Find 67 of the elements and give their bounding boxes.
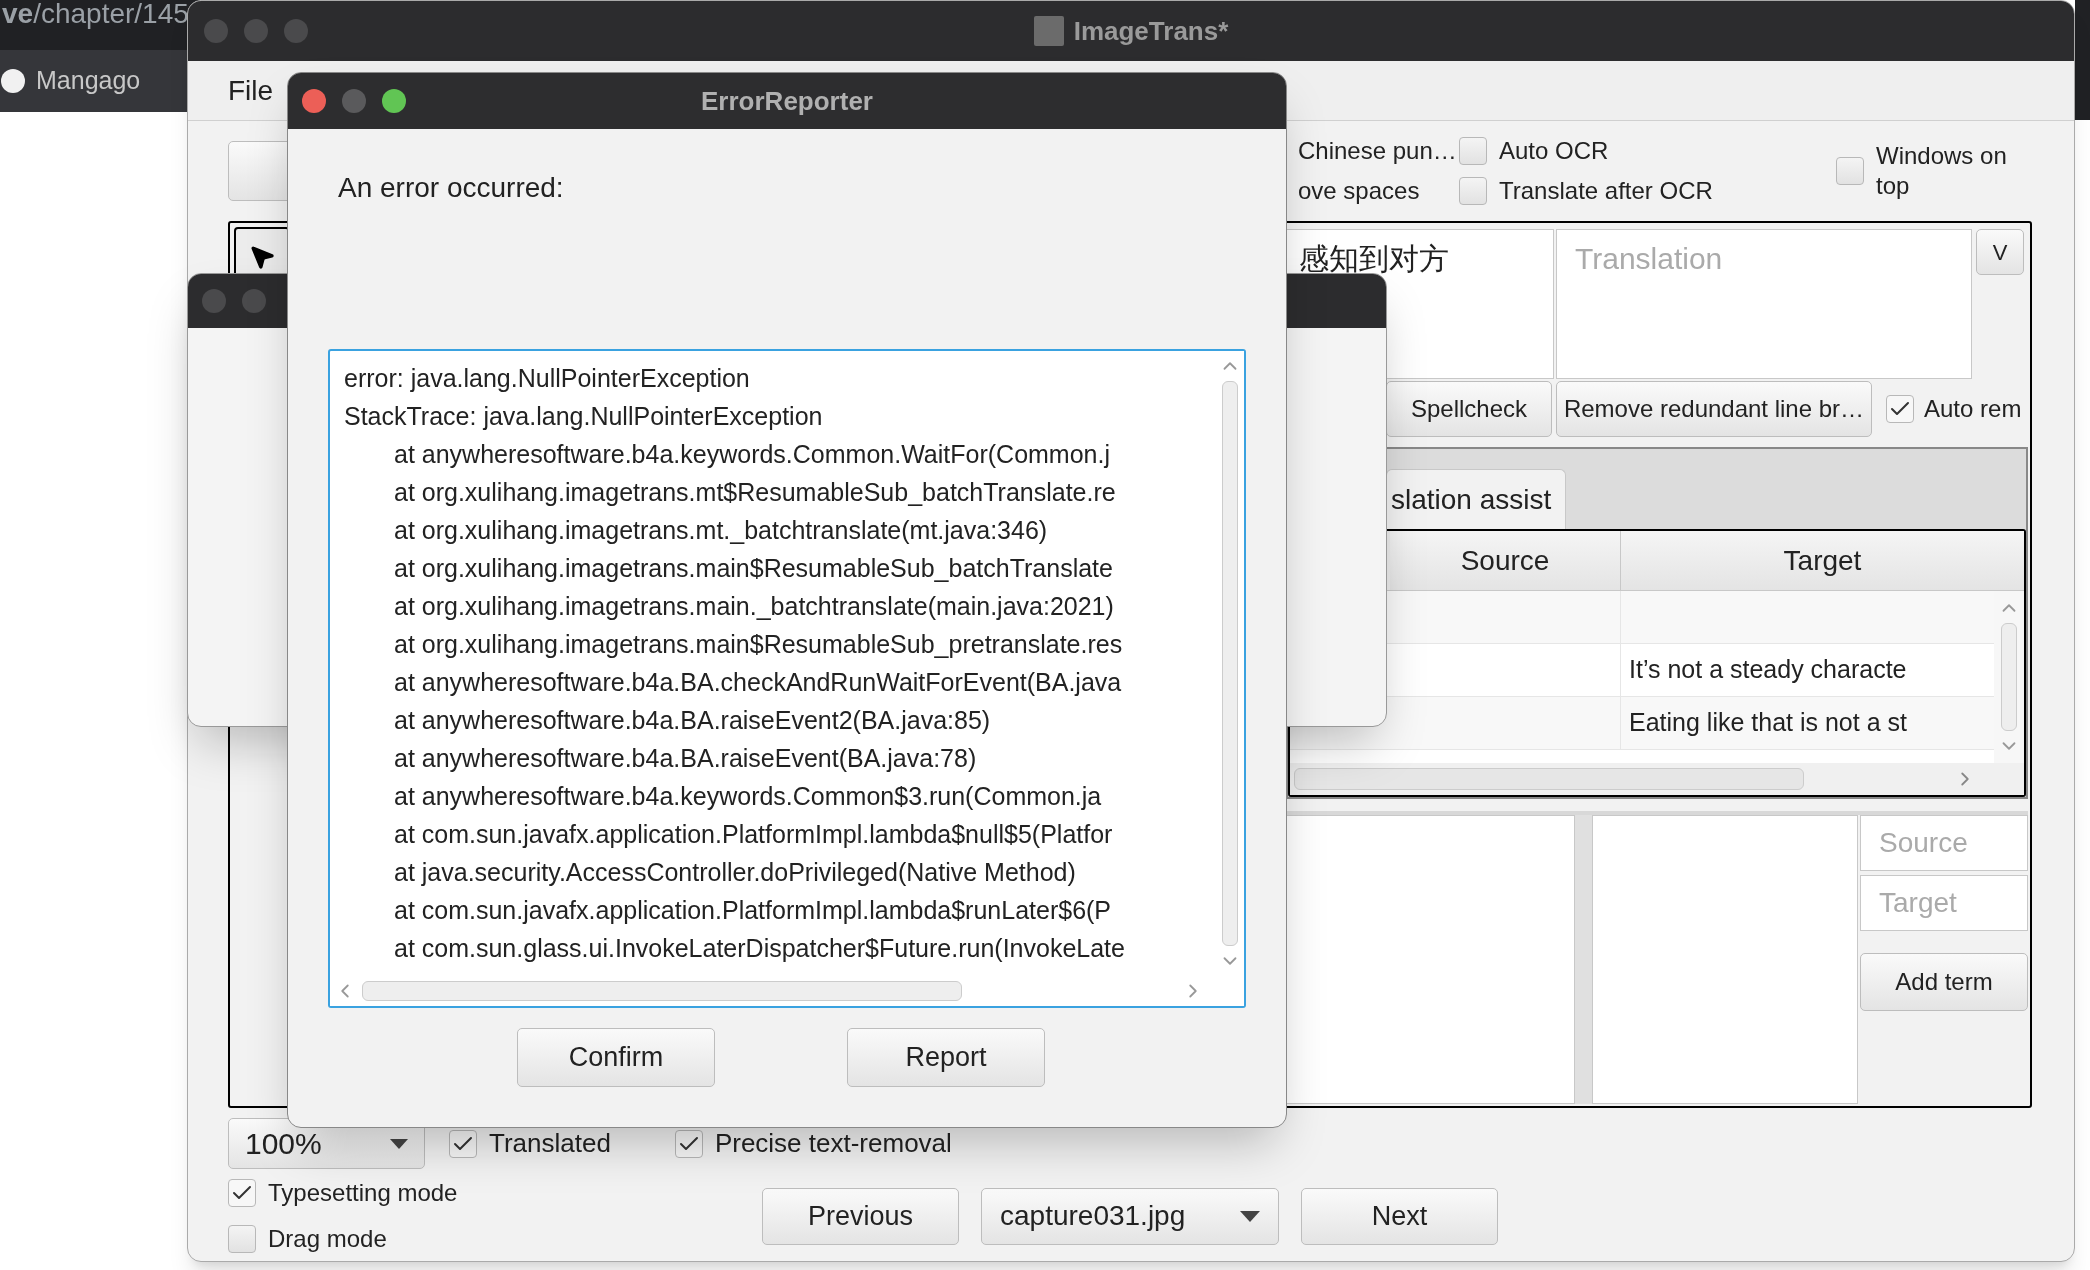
- trace-line: at anywheresoftware.b4a.BA.raiseEvent2(BA.java:85): [394, 705, 991, 736]
- trace-line: at anywheresoftware.b4a.keywords.Common.WaitFor(Common.j: [394, 439, 1110, 470]
- checkbox-label: Typesetting mode: [268, 1178, 458, 1208]
- trace-line: at com.sun.glass.ui.InvokeLaterDispatcher$Future.run(InvokeLate: [394, 933, 1125, 964]
- checkbox-label: Translated: [489, 1127, 611, 1160]
- add-term-button[interactable]: Add term: [1860, 953, 2028, 1011]
- checkbox-label: Auto OCR: [1499, 136, 1609, 166]
- table-cell-text: It’s not a steady characte: [1628, 654, 1908, 686]
- zoom-button[interactable]: [382, 89, 406, 113]
- trace-line: at org.xulihang.imagetrans.main$ResumableSub_pretranslate.res: [394, 629, 1123, 660]
- previous-button[interactable]: Previous: [762, 1187, 959, 1245]
- option-label: Chinese pun…: [1298, 136, 1458, 166]
- trace-line: at org.xulihang.imagetrans.mt$ResumableSub_batchTranslate.re: [394, 477, 1116, 508]
- checkbox[interactable]: [1886, 395, 1914, 423]
- trace-line: StackTrace: java.lang.NullPointerException: [344, 401, 823, 432]
- action-button[interactable]: Remove redundant line br…: [1556, 381, 1872, 437]
- window-title: ImageTrans*: [1073, 14, 1229, 48]
- trace-line: at com.sun.javafx.application.PlatformImpl.lambda$null$5(Platfor: [394, 819, 1113, 850]
- site-icon: [0, 68, 26, 94]
- trace-line: at org.xulihang.imagetrans.main$ResumableSub_batchTranslate: [394, 553, 1113, 584]
- dialog-title: ErrorReporter: [701, 84, 873, 118]
- vertical-scrollbar[interactable]: [1994, 591, 2024, 763]
- checkbox[interactable]: [674, 1129, 703, 1158]
- checkbox-label: Drag mode: [268, 1224, 387, 1254]
- expand-button[interactable]: V: [1976, 229, 2024, 275]
- checkbox[interactable]: [1836, 157, 1864, 185]
- dialog-button[interactable]: Confirm: [517, 1028, 715, 1087]
- trace-line: at anywheresoftware.b4a.BA.checkAndRunWaitForEvent(BA.java: [394, 667, 1122, 698]
- scrollbar-thumb[interactable]: [362, 981, 962, 1001]
- caret-icon: [390, 1138, 408, 1149]
- trace-line: at org.xulihang.imagetrans.main._batchtranslate(main.java:2021): [394, 591, 1114, 622]
- minimize-button[interactable]: [342, 89, 366, 113]
- checkbox[interactable]: [228, 1179, 256, 1207]
- trace-line: at com.sun.javafx.application.PlatformImpl.lambda$runLater$6(P: [394, 895, 1112, 926]
- option-label: ove spaces: [1298, 176, 1421, 206]
- tab[interactable]: slation assist: [1386, 469, 1567, 529]
- file-dropdown[interactable]: capture031.jpg: [981, 1187, 1279, 1245]
- error-message: An error occurred:: [338, 171, 564, 205]
- trace-line: at anywheresoftware.b4a.keywords.Common$3.run(Common.ja: [394, 781, 1102, 812]
- minimize-button[interactable]: [244, 19, 268, 43]
- trace-line: error: java.lang.NullPointerException: [344, 363, 750, 394]
- trace-line: at org.xulihang.imagetrans.mt._batchtranslate(mt.java:346): [394, 515, 1048, 546]
- checkbox-label: Translate after OCR: [1499, 176, 1713, 206]
- cursor-icon: [248, 243, 276, 271]
- checkbox[interactable]: [1459, 177, 1487, 205]
- horizontal-scrollbar[interactable]: [1290, 763, 2024, 795]
- checkbox-label: Precise text-removal: [714, 1127, 952, 1160]
- trace-line: at anywheresoftware.b4a.BA.raiseEvent(BA.java:78): [394, 743, 977, 774]
- trace-line: at java.security.AccessController.doPrivileged(Native Method): [394, 857, 1076, 888]
- browser-tab[interactable]: Mangago: [36, 62, 141, 100]
- next-button[interactable]: Next: [1301, 1187, 1498, 1245]
- stack-trace-area[interactable]: [328, 349, 1246, 1008]
- column-header[interactable]: Source: [1390, 531, 1621, 591]
- menu-item[interactable]: File: [228, 69, 274, 112]
- minimize-button[interactable]: [242, 289, 266, 313]
- app-icon: [1033, 16, 1064, 46]
- checkbox[interactable]: [449, 1129, 477, 1158]
- dialog-button[interactable]: Report: [847, 1028, 1045, 1087]
- close-button[interactable]: [302, 89, 326, 113]
- action-button[interactable]: Spellcheck: [1386, 381, 1552, 437]
- checkbox-label: Windows on top: [1876, 141, 2008, 201]
- column-header[interactable]: Target: [1621, 531, 2024, 591]
- caret-icon: [1240, 1210, 1260, 1222]
- checkbox[interactable]: [228, 1225, 256, 1253]
- checkbox-label: Auto rem: [1924, 394, 2022, 424]
- table-cell-text: Eating like that is not a st: [1628, 707, 1908, 739]
- checkbox[interactable]: [1459, 137, 1487, 165]
